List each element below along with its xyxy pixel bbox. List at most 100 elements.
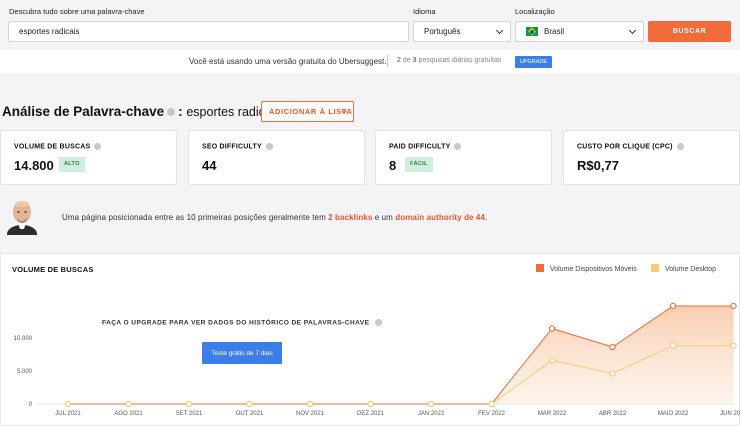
card-title-text: CUSTO POR CLIQUE (CPC) [577, 143, 673, 151]
searches-used: 2 [397, 57, 401, 64]
legend-swatch [536, 264, 544, 272]
add-to-list-button[interactable]: ADICIONAR À LISTA [261, 101, 354, 122]
search-button[interactable]: BUSCAR [648, 21, 731, 42]
keyword-label: Descubra tudo sobre uma palavra-chave [9, 7, 145, 16]
upgrade-button[interactable]: UPGRADE [515, 56, 552, 68]
notice-text: Você está usando uma versão gratuita do … [189, 57, 387, 66]
data-point [669, 342, 677, 349]
data-point [427, 400, 435, 408]
chart-title: VOLUME DE BUSCAS [12, 265, 94, 274]
backlinks-advice: Uma página posicionada entre as 10 prime… [62, 213, 487, 222]
data-point [548, 325, 556, 332]
paid-difficulty-card: PAID DIFFICULTY 8 FÁCIL [375, 130, 552, 185]
card-title: PAID DIFFICULTY [389, 143, 464, 150]
x-tick-label: MAR 2022 [538, 411, 567, 417]
info-icon[interactable] [676, 143, 684, 150]
legend-swatch [651, 264, 659, 272]
data-point [64, 400, 72, 408]
keyword-input-value: esportes radicais [19, 27, 80, 36]
add-to-list-label: ADICIONAR À LISTA [269, 107, 353, 116]
language-select-value: Português [424, 27, 461, 36]
x-tick-label: JUN 2022 [720, 411, 740, 417]
searches-of: de [402, 57, 411, 64]
searches-total: 3 [412, 57, 417, 64]
info-icon[interactable] [265, 143, 273, 150]
data-point [609, 343, 616, 351]
data-point [367, 400, 374, 408]
legend-mobile[interactable]: Volume Dispositivos Móveis [536, 264, 637, 273]
location-select[interactable]: Brasil [515, 21, 644, 42]
location-label: Localização [515, 7, 555, 16]
info-icon[interactable] [375, 319, 383, 326]
location-select-value: Brasil [544, 27, 565, 36]
domain-authority: domain authority de 44 [395, 213, 486, 222]
data-point [306, 400, 314, 408]
paid-difficulty-value: 8 [389, 158, 397, 173]
card-title-text: VOLUME DE BUSCAS [14, 143, 91, 151]
x-tick-label: NOV 2021 [296, 411, 325, 417]
data-point [730, 302, 737, 310]
card-title: VOLUME DE BUSCAS [14, 143, 104, 150]
difficulty-level-badge: FÁCIL [405, 157, 433, 172]
search-bar: Descubra tudo sobre uma palavra-chave es… [0, 0, 740, 50]
data-point [125, 400, 132, 408]
language-select[interactable]: Português [413, 21, 511, 42]
upgrade-history-message: FAÇA O UPGRADE PARA VER DADOS DO HISTÓRI… [102, 319, 385, 326]
y-tick-label: 5.000 [17, 369, 33, 375]
volume-level-badge: ALTO [59, 157, 85, 172]
x-tick-label: ABR 2022 [599, 411, 627, 417]
info-icon[interactable] [167, 108, 176, 117]
page-title: Análise de Palavra-chave: esportes radic… [2, 104, 281, 119]
title-colon: : [178, 104, 183, 119]
x-tick-label: OUT 2021 [236, 411, 264, 417]
x-tick-label: DEZ 2021 [357, 411, 385, 417]
upgrade-history-text: FAÇA O UPGRADE PARA VER DADOS DO HISTÓRI… [102, 319, 370, 327]
search-volume-chart-panel: 0 5.000 10.000 JUL 2021 AGO 2021 SET 2021 OUT … [0, 253, 740, 426]
x-tick-label: JUL 2021 [55, 411, 81, 417]
searches-suffix: pesquisas diárias gratuitas [418, 57, 502, 64]
x-tick-label: FEV 2022 [478, 411, 505, 417]
data-point [730, 342, 737, 349]
info-icon[interactable] [454, 143, 462, 150]
card-title: CUSTO POR CLIQUE (CPC) [577, 143, 687, 150]
legend-label: Volume Dispositivos Móveis [550, 266, 637, 273]
backlinks-count: 2 backlinks [328, 213, 373, 222]
keyword-input[interactable]: esportes radicais [8, 21, 409, 42]
seo-difficulty-value: 44 [202, 158, 217, 173]
cpc-value: R$0,77 [577, 158, 619, 173]
page-title-text: Análise de Palavra-chave [2, 104, 165, 119]
seo-difficulty-card: SEO DIFFICULTY 44 [188, 130, 365, 185]
data-point [488, 400, 495, 408]
search-volume-value: 14.800 [14, 158, 54, 173]
chevron-down-icon [495, 26, 504, 35]
y-tick-label: 10.000 [14, 336, 33, 342]
advice-text: e um [374, 213, 393, 222]
advice-text: . [485, 213, 488, 222]
search-volume-chart: 0 5.000 10.000 JUL 2021 AGO 2021 SET 2021 OUT … [14, 302, 740, 417]
data-point [609, 370, 616, 377]
x-tick-label: SET 2021 [176, 411, 203, 417]
x-tick-label: MAIO 2022 [658, 411, 689, 417]
language-label: Idioma [413, 7, 436, 16]
notice-divider [387, 55, 388, 67]
data-point [185, 400, 193, 408]
search-volume-card: VOLUME DE BUSCAS 14.800 ALTO [0, 130, 177, 185]
card-title-text: SEO DIFFICULTY [202, 143, 262, 151]
brazil-flag-icon [526, 27, 538, 36]
info-icon[interactable] [94, 143, 102, 150]
free-version-notice: Você está usando uma versão gratuita do … [0, 50, 740, 73]
data-point [669, 302, 677, 310]
legend-label: Volume Desktop [665, 266, 716, 273]
daily-search-count: 2 de 3 pesquisas diárias gratuitas [397, 57, 501, 64]
avatar [7, 201, 37, 235]
card-title: SEO DIFFICULTY [202, 143, 276, 150]
data-point [246, 400, 253, 408]
card-title-text: PAID DIFFICULTY [389, 143, 451, 151]
x-tick-label: JAN 2022 [418, 411, 445, 417]
cpc-card: CUSTO POR CLIQUE (CPC) R$0,77 [563, 130, 740, 185]
x-tick-label: AGO 2021 [114, 411, 143, 417]
legend-desktop[interactable]: Volume Desktop [651, 264, 716, 273]
chevron-down-icon [628, 26, 637, 35]
y-tick-label: 0 [29, 402, 33, 408]
free-trial-button[interactable]: Teste grátis de 7 dias [202, 342, 282, 364]
